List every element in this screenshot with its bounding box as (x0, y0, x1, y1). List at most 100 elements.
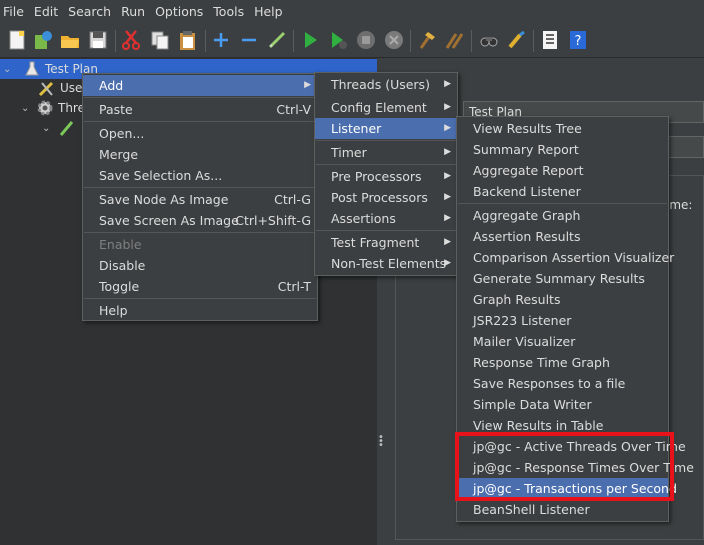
menu-item-save-node-image[interactable]: Save Node As Image Ctrl-G (83, 189, 317, 210)
menu-item-disable[interactable]: Disable (83, 255, 317, 276)
menu-separator (316, 140, 456, 141)
toolbar-separator (115, 30, 116, 52)
add-submenu: Threads (Users) ▶ Config Element ▶ Listene… (314, 72, 458, 276)
gear-icon (36, 99, 54, 117)
menu-separator (458, 203, 667, 204)
menu-item-jsr223-listener[interactable]: JSR223 Listener (457, 310, 668, 331)
flask-icon (23, 60, 41, 78)
menu-edit[interactable]: Edit (29, 0, 63, 24)
tree-item-label: Use (60, 81, 83, 95)
chevron-right-icon: ▶ (444, 123, 451, 133)
pipette-icon (58, 119, 76, 137)
menu-item-post-processors[interactable]: Post Processors ▶ (315, 187, 457, 208)
menu-item-threads[interactable]: Threads (Users) ▶ (315, 74, 457, 95)
search-icon[interactable] (477, 28, 501, 52)
toolbar-separator (533, 30, 534, 52)
toolbar-separator (293, 30, 294, 52)
cut-icon[interactable] (119, 28, 143, 52)
menu-item-comparison-assertion-visualizer[interactable]: Comparison Assertion Visualizer (457, 247, 674, 268)
menu-separator (316, 164, 456, 165)
context-menu: Add ▶ Paste Ctrl-V Open... Merge Save Se… (82, 73, 318, 321)
menu-item-add[interactable]: Add ▶ (83, 75, 317, 96)
menu-bar: File Edit Search Run Options Tools Help (0, 0, 704, 24)
svg-text:?: ? (575, 34, 582, 49)
menu-item-beanshell-listener[interactable]: BeanShell Listener (457, 499, 668, 520)
menu-item-assertion-results[interactable]: Assertion Results (457, 226, 668, 247)
start-icon[interactable] (298, 28, 322, 52)
menu-item-timer[interactable]: Timer ▶ (315, 142, 457, 163)
chevron-down-icon[interactable]: ⌄ (21, 103, 33, 114)
menu-separator (84, 187, 316, 188)
paste-icon[interactable] (176, 28, 200, 52)
clear-all-icon[interactable] (443, 28, 467, 52)
menu-item-enable: Enable (99, 237, 142, 252)
save-icon[interactable] (86, 28, 110, 52)
menu-tools[interactable]: Tools (208, 0, 249, 24)
help-icon[interactable]: ? (566, 28, 590, 52)
menu-item-graph-results[interactable]: Graph Results (457, 289, 668, 310)
menu-item-config-element[interactable]: Config Element ▶ (315, 97, 457, 118)
clear-icon[interactable] (415, 28, 439, 52)
highlight-box (455, 432, 674, 501)
menu-options[interactable]: Options (150, 0, 208, 24)
menu-item-save-selection[interactable]: Save Selection As... (83, 165, 317, 186)
menu-item-aggregate-report[interactable]: Aggregate Report (457, 160, 668, 181)
function-helper-icon[interactable] (538, 28, 562, 52)
toolbar-separator (410, 30, 411, 52)
chevron-right-icon: ▶ (444, 171, 451, 181)
chevron-right-icon: ▶ (304, 80, 311, 90)
menu-item-save-responses[interactable]: Save Responses to a file (457, 373, 668, 394)
menu-item-backend-listener[interactable]: Backend Listener (457, 181, 668, 202)
menu-separator (84, 232, 316, 233)
menu-item-generate-summary-results[interactable]: Generate Summary Results (457, 268, 668, 289)
menu-item-assertions[interactable]: Assertions ▶ (315, 208, 457, 229)
menu-separator (316, 230, 456, 231)
menu-item-help[interactable]: Help (83, 300, 317, 321)
menu-item-aggregate-graph[interactable]: Aggregate Graph (457, 205, 668, 226)
tree-item-thread-group[interactable]: ⌄ Thre (0, 98, 90, 118)
menu-separator (84, 298, 316, 299)
reset-search-icon[interactable] (505, 28, 529, 52)
templates-icon[interactable] (31, 28, 55, 52)
chevron-right-icon: ▶ (444, 192, 451, 202)
tree-item-sampler[interactable]: ⌄ (0, 118, 85, 138)
toolbar: ? (0, 24, 704, 58)
menu-item-merge[interactable]: Merge (83, 144, 317, 165)
menu-item-open[interactable]: Open... (83, 123, 317, 144)
new-icon[interactable] (5, 28, 29, 52)
menu-item-mailer-visualizer[interactable]: Mailer Visualizer (457, 331, 668, 352)
menu-item-toggle[interactable]: Toggle Ctrl-T (83, 276, 317, 297)
start-no-pause-icon[interactable] (326, 28, 350, 52)
menu-search[interactable]: Search (63, 0, 116, 24)
menu-item-response-time-graph[interactable]: Response Time Graph (457, 352, 668, 373)
menu-run[interactable]: Run (116, 0, 150, 24)
copy-icon[interactable] (148, 28, 172, 52)
menu-file[interactable]: File (0, 0, 29, 24)
tree-item-user-defined[interactable]: Use (0, 78, 90, 98)
toolbar-separator (471, 30, 472, 52)
chevron-right-icon: ▶ (444, 258, 451, 268)
stop-icon[interactable] (354, 28, 378, 52)
collapse-icon[interactable] (237, 28, 261, 52)
chevron-down-icon[interactable]: ⌄ (3, 64, 15, 75)
tools-icon (38, 79, 56, 97)
tree-item-label: Thre (58, 101, 85, 115)
menu-item-non-test-elements[interactable]: Non-Test Elements ▶ (315, 253, 457, 274)
menu-item-summary-report[interactable]: Summary Report (457, 139, 668, 160)
menu-item-paste[interactable]: Paste Ctrl-V (83, 99, 317, 120)
chevron-right-icon: ▶ (444, 147, 451, 157)
shutdown-icon[interactable] (382, 28, 406, 52)
menu-help[interactable]: Help (249, 0, 288, 24)
menu-item-pre-processors[interactable]: Pre Processors ▶ (315, 166, 457, 187)
expand-icon[interactable] (209, 28, 233, 52)
menu-item-listener[interactable]: Listener ▶ (315, 118, 457, 139)
open-icon[interactable] (58, 28, 82, 52)
toolbar-separator (205, 30, 206, 52)
menu-item-test-fragment[interactable]: Test Fragment ▶ (315, 232, 457, 253)
menu-item-view-results-tree[interactable]: View Results Tree (457, 118, 668, 139)
chevron-down-icon[interactable]: ⌄ (42, 123, 54, 134)
menu-item-save-screen-image[interactable]: Save Screen As Image Ctrl+Shift-G (83, 210, 317, 231)
menu-separator (84, 121, 316, 122)
toggle-icon[interactable] (265, 28, 289, 52)
menu-item-simple-data-writer[interactable]: Simple Data Writer (457, 394, 668, 415)
